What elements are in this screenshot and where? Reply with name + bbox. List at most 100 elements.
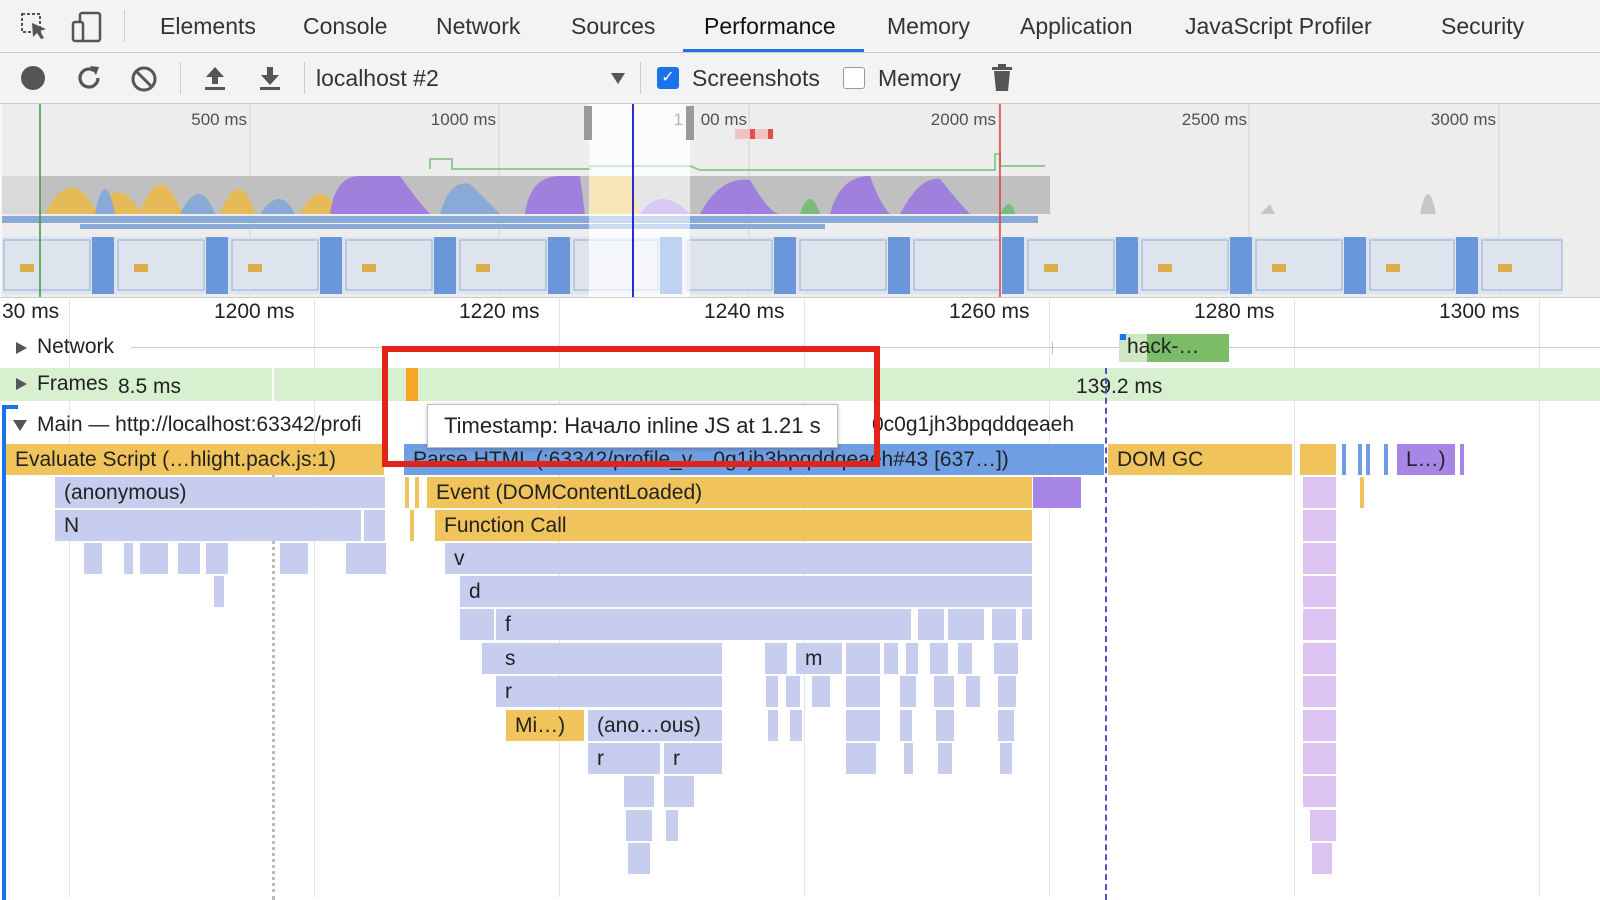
flame-r[interactable]: r: [496, 676, 722, 707]
flame-task[interactable]: [1310, 810, 1336, 841]
flame-task[interactable]: [786, 676, 800, 707]
device-toolbar-icon[interactable]: [70, 10, 104, 44]
flame-task[interactable]: [1303, 477, 1336, 508]
flame-task[interactable]: [482, 643, 496, 674]
tab-network[interactable]: Network: [436, 0, 520, 52]
tab-elements[interactable]: Elements: [160, 0, 256, 52]
expand-triangle-icon[interactable]: [14, 377, 28, 391]
flame-task[interactable]: [1366, 444, 1370, 475]
flame-task[interactable]: [958, 643, 972, 674]
flame-task[interactable]: [1342, 444, 1346, 475]
flame-task[interactable]: [1022, 609, 1032, 640]
flame-task[interactable]: [624, 776, 654, 807]
flame-task[interactable]: [1303, 510, 1336, 541]
flame-task[interactable]: [930, 643, 948, 674]
flame-task[interactable]: [626, 810, 652, 841]
flame-m[interactable]: m: [796, 643, 842, 674]
flame-anonymous-2[interactable]: (ano…ous): [588, 710, 722, 741]
flame-l[interactable]: L…): [1397, 444, 1455, 475]
memory-checkbox[interactable]: [843, 67, 865, 89]
flame-task[interactable]: [934, 676, 954, 707]
tab-memory[interactable]: Memory: [887, 0, 970, 52]
flame-task[interactable]: [84, 543, 102, 574]
upload-icon[interactable]: [202, 64, 228, 92]
flame-task[interactable]: [140, 543, 168, 574]
flame-task[interactable]: [1303, 643, 1336, 674]
flame-task[interactable]: [966, 676, 980, 707]
tab-performance[interactable]: Performance: [704, 0, 836, 52]
flame-task[interactable]: [1358, 444, 1362, 475]
flame-task[interactable]: [415, 477, 419, 508]
flame-f[interactable]: f: [496, 609, 911, 640]
flame-task[interactable]: [1300, 444, 1336, 475]
target-select[interactable]: localhost #2: [316, 65, 439, 92]
flame-task[interactable]: [666, 810, 678, 841]
flame-task[interactable]: [1033, 477, 1081, 508]
flame-task[interactable]: [1303, 743, 1336, 774]
flame-task[interactable]: [998, 710, 1014, 741]
flame-task[interactable]: [1303, 676, 1336, 707]
flame-task[interactable]: [768, 710, 778, 741]
flame-task[interactable]: [846, 743, 876, 774]
flame-task[interactable]: [900, 676, 916, 707]
flame-task[interactable]: [1303, 710, 1336, 741]
flame-task[interactable]: [280, 543, 308, 574]
screenshots-checkbox[interactable]: ✓: [657, 67, 679, 89]
tab-console[interactable]: Console: [303, 0, 387, 52]
flame-task[interactable]: [405, 477, 409, 508]
flame-task[interactable]: [766, 676, 778, 707]
flame-task[interactable]: [936, 710, 954, 741]
flame-task[interactable]: [1000, 743, 1012, 774]
flame-r[interactable]: r: [588, 743, 660, 774]
flame-s[interactable]: s: [496, 643, 722, 674]
timeline-overview[interactable]: 500 ms 1000 ms 1 00 ms 2000 ms 2500 ms 3…: [0, 104, 1600, 298]
flame-task[interactable]: [846, 643, 880, 674]
expand-triangle-icon[interactable]: [14, 341, 28, 355]
inspect-element-icon[interactable]: [20, 12, 50, 42]
flame-task[interactable]: [214, 576, 224, 607]
flame-task[interactable]: [812, 676, 830, 707]
flame-dom-gc[interactable]: DOM GC: [1108, 444, 1292, 475]
flame-task[interactable]: [178, 543, 200, 574]
collapse-triangle-icon[interactable]: [12, 418, 28, 432]
flame-event-domcontentloaded[interactable]: Event (DOMContentLoaded): [427, 477, 1032, 508]
flame-task[interactable]: [790, 710, 802, 741]
flame-task[interactable]: [904, 743, 913, 774]
flame-task[interactable]: [992, 609, 1016, 640]
flame-anonymous[interactable]: (anonymous): [55, 477, 385, 508]
flame-task[interactable]: [664, 776, 694, 807]
flame-task[interactable]: [846, 676, 880, 707]
flame-task[interactable]: [1384, 444, 1388, 475]
chevron-down-icon[interactable]: [610, 71, 626, 85]
flame-task[interactable]: [410, 510, 414, 541]
flame-task[interactable]: [1303, 543, 1336, 574]
flame-v[interactable]: v: [445, 543, 1032, 574]
flame-task[interactable]: [765, 643, 787, 674]
flame-task[interactable]: [918, 609, 944, 640]
flame-task[interactable]: [460, 609, 494, 640]
flame-task[interactable]: [1303, 576, 1336, 607]
flame-task[interactable]: [1303, 776, 1336, 807]
flame-task[interactable]: [906, 643, 918, 674]
flame-evaluate-script[interactable]: Evaluate Script (…hlight.pack.js:1): [6, 444, 384, 475]
flame-mi[interactable]: Mi…): [506, 710, 584, 741]
flame-task[interactable]: [206, 543, 228, 574]
flame-task[interactable]: [948, 609, 984, 640]
flame-task[interactable]: [1303, 609, 1336, 640]
flame-task[interactable]: [364, 510, 385, 541]
clear-icon[interactable]: [130, 65, 158, 93]
download-icon[interactable]: [257, 64, 283, 92]
record-icon[interactable]: [20, 65, 46, 91]
flame-task[interactable]: [938, 743, 952, 774]
flame-task[interactable]: [346, 543, 386, 574]
tab-security[interactable]: Security: [1441, 0, 1524, 52]
flame-d[interactable]: d: [460, 576, 1032, 607]
flame-task[interactable]: [846, 710, 880, 741]
tab-application[interactable]: Application: [1020, 0, 1133, 52]
flame-task[interactable]: [884, 643, 898, 674]
flame-task[interactable]: [1312, 843, 1332, 874]
flame-task[interactable]: [1460, 444, 1464, 475]
tab-sources[interactable]: Sources: [571, 0, 655, 52]
reload-icon[interactable]: [75, 64, 103, 92]
flame-task[interactable]: [994, 643, 1018, 674]
